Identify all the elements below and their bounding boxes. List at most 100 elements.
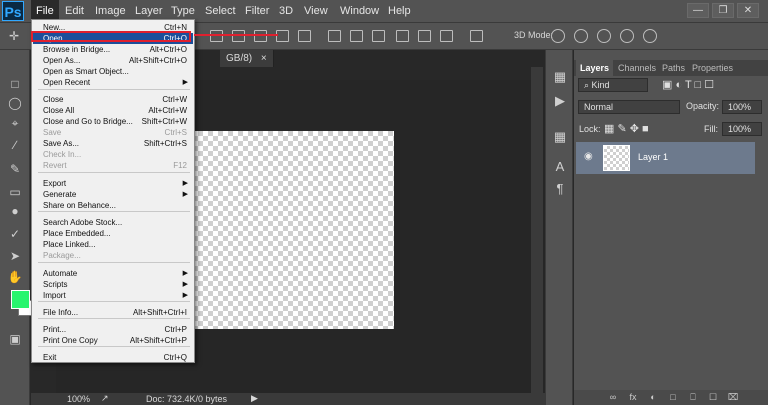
file-menu-item-place-embedded[interactable]: Place Embedded...	[33, 228, 193, 239]
lock-icons[interactable]: ▦ ✎ ✥ ■	[604, 122, 649, 135]
menu-view[interactable]: View	[299, 0, 333, 22]
visibility-eye-icon[interactable]: ◉	[584, 151, 596, 162]
file-menu-item-browse-in-bridge[interactable]: Browse in Bridge... Alt+Ctrl+O	[33, 44, 193, 55]
file-menu-item-open-recent[interactable]: Open Recent ▶	[33, 77, 193, 88]
path-select-tool-icon[interactable]: ➤	[7, 249, 23, 263]
distribute-vcenter-icon[interactable]	[350, 30, 363, 42]
file-menu-item-share-on-behance[interactable]: Share on Behance...	[33, 200, 193, 211]
file-menu-item-save-as[interactable]: Save As... Shift+Ctrl+S	[33, 138, 193, 149]
status-arrow-icon[interactable]: ▶	[251, 393, 258, 404]
paragraph-icon[interactable]: ¶	[553, 182, 567, 196]
auto-align-icon[interactable]	[470, 30, 483, 42]
distribute-bottom-icon[interactable]	[372, 30, 385, 42]
foreground-color-swatch[interactable]	[11, 290, 30, 309]
eyedropper-tool-icon[interactable]: ∕	[7, 138, 23, 152]
delete-layer-icon[interactable]: ⌧	[726, 392, 740, 403]
distribute-top-icon[interactable]	[328, 30, 341, 42]
3d-drag-icon[interactable]	[597, 29, 611, 43]
file-menu-item-print-one-copy[interactable]: Print One Copy Alt+Shift+Ctrl+P	[33, 335, 193, 346]
adjustment-icon[interactable]: ◐	[646, 392, 660, 403]
file-menu-item-close-all[interactable]: Close All Alt+Ctrl+W	[33, 105, 193, 116]
3d-roll-icon[interactable]	[574, 29, 588, 43]
file-menu-item-generate[interactable]: Generate ▶	[33, 189, 193, 200]
tab-properties[interactable]: Properties	[688, 60, 737, 76]
menu-3d[interactable]: 3D	[274, 0, 298, 22]
file-menu-item-revert[interactable]: Revert F12	[33, 160, 193, 171]
file-menu-item-exit[interactable]: Exit Ctrl+Q	[33, 352, 193, 363]
fx-icon[interactable]: fx	[626, 392, 640, 403]
vertical-scrollbar[interactable]	[531, 67, 543, 393]
distribute-left-icon[interactable]	[396, 30, 409, 42]
3d-slide-icon[interactable]	[620, 29, 634, 43]
distribute-hcenter-icon[interactable]	[418, 30, 431, 42]
file-menu-item-check-in[interactable]: Check In...	[33, 149, 193, 160]
brush-tool-icon[interactable]: ✎	[7, 162, 23, 176]
file-menu-item-automate[interactable]: Automate ▶	[33, 268, 193, 279]
3d-scale-icon[interactable]	[643, 29, 657, 43]
menu-window[interactable]: Window	[335, 0, 384, 22]
blur-tool-icon[interactable]: ●	[7, 204, 23, 218]
maximize-button[interactable]: ❐	[712, 3, 734, 18]
align-top-icon[interactable]	[210, 30, 223, 42]
zoom-level[interactable]: 100%	[67, 394, 90, 404]
menu-help[interactable]: Help	[383, 0, 416, 22]
hand-tool-icon[interactable]: ✋	[7, 270, 23, 284]
marquee-tool-icon[interactable]: □	[7, 77, 23, 91]
fill-input[interactable]: 100%	[722, 122, 762, 136]
align-vcenter-icon[interactable]	[232, 30, 245, 42]
tab-channels[interactable]: Channels	[614, 60, 660, 76]
close-button[interactable]: ✕	[737, 3, 759, 18]
blend-mode-select[interactable]: Normal	[578, 100, 680, 114]
crop-tool-icon[interactable]: ⌖	[7, 116, 23, 130]
3d-orbit-icon[interactable]	[551, 29, 565, 43]
align-hcenter-icon[interactable]	[298, 30, 311, 42]
file-menu-item-close-and-go-to-bridge[interactable]: Close and Go to Bridge... Shift+Ctrl+W	[33, 116, 193, 127]
new-group-icon[interactable]: ⎕	[686, 392, 700, 403]
new-layer-icon[interactable]: ☐	[706, 392, 720, 403]
share-icon[interactable]: ↗	[101, 393, 109, 404]
distribute-right-icon[interactable]	[440, 30, 453, 42]
history-icon[interactable]: ▦	[553, 70, 567, 84]
quick-mask-icon[interactable]: ▣	[7, 332, 23, 346]
opacity-input[interactable]: 100%	[722, 100, 762, 114]
tab-layers[interactable]: Layers	[576, 60, 614, 76]
file-menu-item-search-adobe-stock[interactable]: Search Adobe Stock...	[33, 217, 193, 228]
file-menu-item-close[interactable]: Close Ctrl+W	[33, 94, 193, 105]
tool-presets-icon[interactable]: ▦	[553, 130, 567, 144]
file-menu-item-export[interactable]: Export ▶	[33, 178, 193, 189]
document-tab[interactable]: GB/8) ×	[220, 50, 274, 67]
mask-icon[interactable]: □	[666, 392, 680, 403]
eraser-tool-icon[interactable]: ▭	[7, 185, 23, 199]
menu-item-shortcut: Alt+Shift+Ctrl+P	[129, 336, 187, 345]
layer-filter-select[interactable]: ⌕ Kind	[578, 78, 648, 92]
link-layers-icon[interactable]: ∞	[606, 392, 620, 403]
filter-type-icons[interactable]: ▣ ◐ T □ ☐	[662, 78, 714, 91]
file-menu-item-open-as-smart-object[interactable]: Open as Smart Object...	[33, 66, 193, 77]
file-menu-item-file-info[interactable]: File Info... Alt+Shift+Ctrl+I	[33, 307, 193, 318]
close-tab-icon[interactable]: ×	[261, 53, 267, 64]
menu-filter[interactable]: Filter	[240, 0, 274, 22]
lasso-tool-icon[interactable]: ◯	[7, 96, 23, 110]
align-bottom-icon[interactable]	[254, 30, 267, 42]
file-menu-item-print[interactable]: Print... Ctrl+P	[33, 324, 193, 335]
file-menu-item-save[interactable]: Save Ctrl+S	[33, 127, 193, 138]
menu-item-label: Save	[43, 128, 62, 137]
align-left-icon[interactable]	[276, 30, 289, 42]
character-icon[interactable]: A	[553, 160, 567, 174]
layer-row[interactable]: ◉ Layer 1	[576, 142, 755, 174]
layers-panel: Layers Channels Paths Properties ⌕ Kind …	[574, 50, 768, 405]
file-menu-item-package[interactable]: Package...	[33, 250, 193, 261]
status-bar: 100% ↗ Doc: 732.4K/0 bytes ▶	[31, 393, 545, 405]
move-tool-icon[interactable]: ✛	[6, 29, 22, 43]
transparent-canvas[interactable]	[193, 131, 394, 329]
file-menu-item-place-linked[interactable]: Place Linked...	[33, 239, 193, 250]
menu-select[interactable]: Select	[200, 0, 241, 22]
minimize-button[interactable]: —	[687, 3, 709, 18]
actions-play-icon[interactable]: ▶	[553, 94, 567, 108]
file-menu-item-scripts[interactable]: Scripts ▶	[33, 279, 193, 290]
pen-tool-icon[interactable]: ✓	[7, 227, 23, 241]
photoshop-logo: Ps	[2, 1, 24, 21]
file-menu-item-open-as[interactable]: Open As... Alt+Shift+Ctrl+O	[33, 55, 193, 66]
tab-paths[interactable]: Paths	[658, 60, 689, 76]
file-menu-item-import[interactable]: Import ▶	[33, 290, 193, 301]
